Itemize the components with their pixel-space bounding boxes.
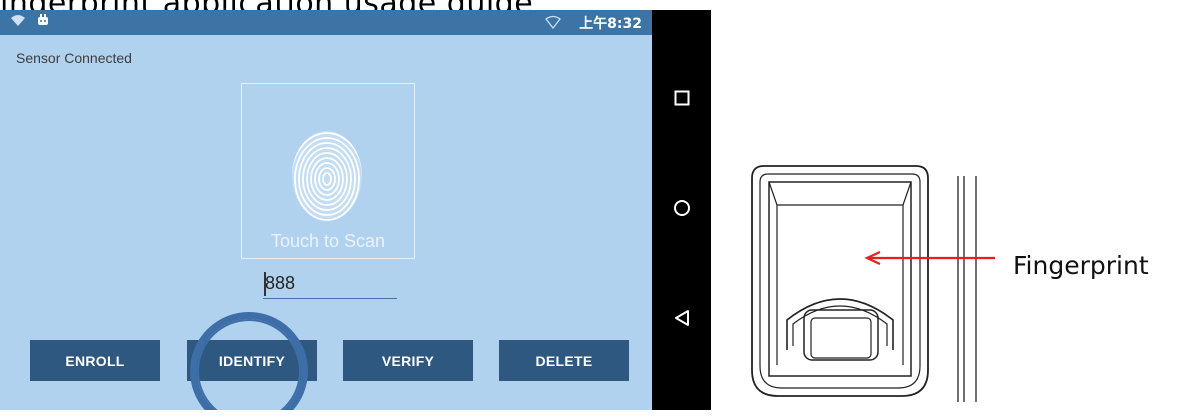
identify-button[interactable]: IDENTIFY [187,340,317,381]
enroll-button[interactable]: ENROLL [30,340,160,381]
fingerprint-icon [292,131,362,221]
square-icon [674,90,689,106]
fingerprint-scan-area[interactable]: Touch to Scan [241,83,415,259]
circle-icon [673,200,690,216]
delete-button[interactable]: DELETE [499,340,629,381]
status-time: 上午8:32 [579,16,642,32]
back-triangle-icon [674,310,689,326]
user-id-input[interactable] [263,268,397,299]
status-bar: 上午8:32 [0,10,652,35]
tablet-screenshot: 上午8:32 Sensor Connected Touch to Scan 88… [0,10,711,410]
back-button[interactable] [652,298,711,338]
android-icon [36,13,50,30]
text-cursor [264,272,266,296]
app-screen: 上午8:32 Sensor Connected Touch to Scan 88… [0,10,652,410]
signal-icon [545,15,562,32]
sensor-status-label: Sensor Connected [16,50,132,66]
verify-button[interactable]: VERIFY [343,340,473,381]
scan-label: Touch to Scan [270,231,386,251]
wifi-icon [10,13,26,30]
android-nav-bar [652,10,711,410]
home-button[interactable] [652,188,711,228]
device-diagram [751,165,995,402]
recent-apps-button[interactable] [652,78,711,118]
fingerprint-callout-label: Fingerprint [1013,251,1149,280]
